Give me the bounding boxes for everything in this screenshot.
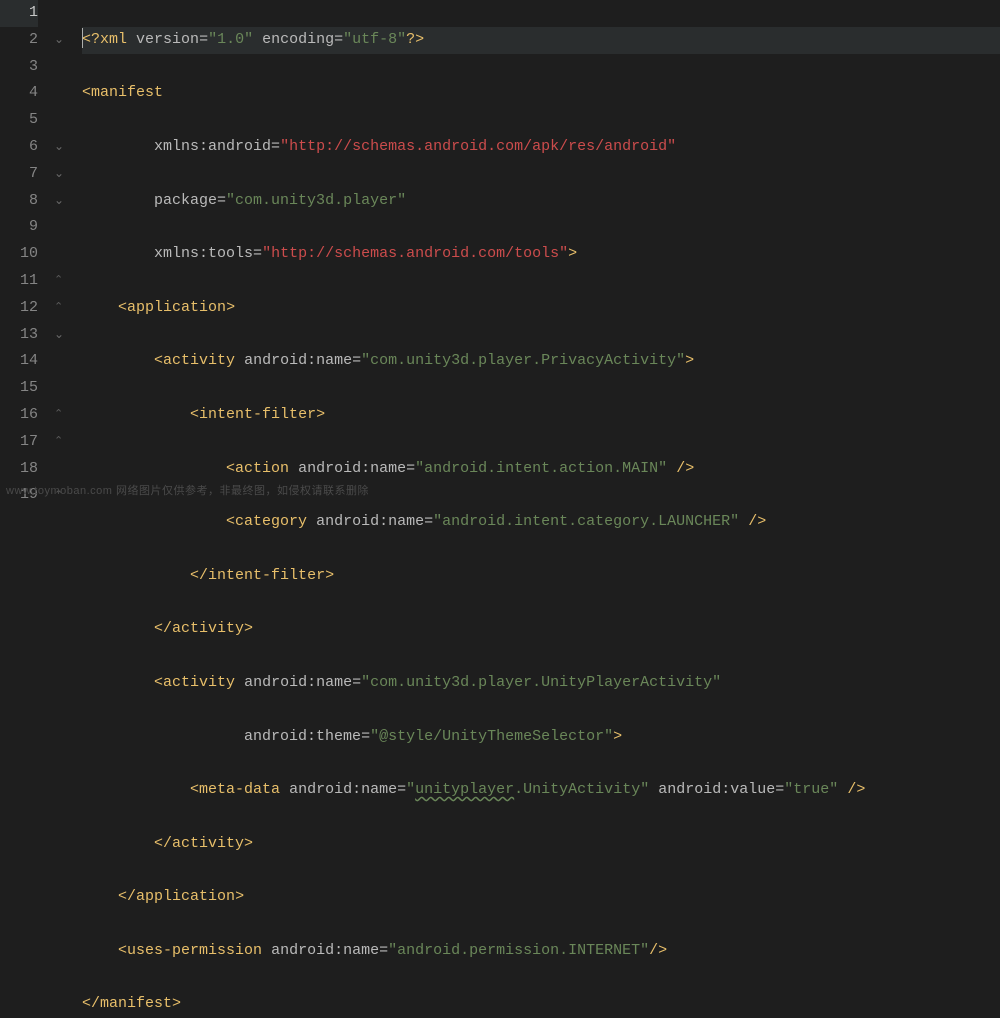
code-line[interactable]: xmlns:android="http://schemas.android.co… <box>82 134 1000 161</box>
tag-activity: activity <box>163 674 235 691</box>
code-line[interactable]: android:theme="@style/UnityThemeSelector… <box>82 724 1000 751</box>
tag-manifest-close: manifest <box>100 995 172 1012</box>
attr-name: android:theme <box>244 728 361 745</box>
line-number: 17 <box>0 429 38 456</box>
tag-activity-close: activity <box>172 620 244 637</box>
line-number: 6 <box>0 134 38 161</box>
fold-chevron-icon[interactable] <box>54 27 64 54</box>
xml-keyword: xml <box>100 31 127 48</box>
code-line[interactable]: </manifest> <box>82 991 1000 1018</box>
tag-intent-filter-close: intent-filter <box>208 567 325 584</box>
attr-value: "@style/UnityThemeSelector" <box>370 728 613 745</box>
code-line[interactable]: <meta-data android:name="unityplayer.Uni… <box>82 777 1000 804</box>
line-number: 1 <box>0 0 38 27</box>
code-line[interactable]: <manifest <box>82 80 1000 107</box>
code-line[interactable]: </intent-filter> <box>82 563 1000 590</box>
line-number: 5 <box>0 107 38 134</box>
code-editor[interactable]: 1 2 3 4 5 6 7 8 9 10 11 12 13 14 15 16 1… <box>0 0 1000 509</box>
code-line[interactable]: <?xml version="1.0" encoding="utf-8"?> <box>82 27 1000 54</box>
tag-intent-filter: intent-filter <box>199 406 316 423</box>
line-number: 13 <box>0 322 38 349</box>
fold-chevron-icon[interactable] <box>54 161 64 188</box>
attr-name: android:name <box>289 781 397 798</box>
attr-name: package <box>154 192 217 209</box>
line-number: 7 <box>0 161 38 188</box>
line-number: 4 <box>0 80 38 107</box>
attr-value: "com.unity3d.player.PrivacyActivity" <box>361 352 685 369</box>
attr-value-url: "http://schemas.android.com/apk/res/andr… <box>280 138 676 155</box>
attr-value: "com.unity3d.player.UnityPlayerActivity" <box>361 674 721 691</box>
line-number: 16 <box>0 402 38 429</box>
attr-value: "com.unity3d.player" <box>226 192 406 209</box>
attr-value: "utf-8" <box>343 31 406 48</box>
attr-name: android:name <box>244 352 352 369</box>
code-line[interactable]: package="com.unity3d.player" <box>82 188 1000 215</box>
line-number: 9 <box>0 214 38 241</box>
attr-name: version <box>136 31 199 48</box>
tag-manifest: manifest <box>91 84 163 101</box>
attr-name: android:name <box>298 460 406 477</box>
line-number: 12 <box>0 295 38 322</box>
line-number: 15 <box>0 375 38 402</box>
watermark-text: www.toymoban.com 网络图片仅供参考，非最终图，如侵权请联系删除 <box>6 478 369 505</box>
tag-uses-permission: uses-permission <box>127 942 262 959</box>
line-number-gutter: 1 2 3 4 5 6 7 8 9 10 11 12 13 14 15 16 1… <box>0 0 50 509</box>
text-caret <box>82 28 83 48</box>
xml-pi-close: ?> <box>406 31 424 48</box>
line-number: 3 <box>0 54 38 81</box>
tag-action: action <box>235 460 289 477</box>
tag-activity-close: activity <box>172 835 244 852</box>
code-line[interactable]: </application> <box>82 884 1000 911</box>
line-number: 11 <box>0 268 38 295</box>
tag-category: category <box>235 513 307 530</box>
code-line[interactable]: xmlns:tools="http://schemas.android.com/… <box>82 241 1000 268</box>
attr-value: "true" <box>784 781 838 798</box>
xml-pi-open: <? <box>82 31 100 48</box>
fold-gutter <box>50 0 80 509</box>
code-line[interactable]: </activity> <box>82 831 1000 858</box>
code-line[interactable]: </activity> <box>82 616 1000 643</box>
attr-value-url: "http://schemas.android.com/tools" <box>262 245 568 262</box>
line-number: 14 <box>0 348 38 375</box>
attr-name: android:name <box>244 674 352 691</box>
attr-name: xmlns:tools <box>154 245 253 262</box>
attr-name: encoding <box>262 31 334 48</box>
fold-close-icon[interactable] <box>54 267 63 295</box>
attr-name: android:name <box>271 942 379 959</box>
attr-value: "1.0" <box>208 31 253 48</box>
fold-close-icon[interactable] <box>54 294 63 322</box>
line-number: 2 <box>0 27 38 54</box>
fold-chevron-icon[interactable] <box>54 188 64 215</box>
code-line[interactable]: <category android:name="android.intent.c… <box>82 509 1000 536</box>
code-line[interactable]: <activity android:name="com.unity3d.play… <box>82 670 1000 697</box>
attr-value: "android.permission.INTERNET" <box>388 942 649 959</box>
fold-close-icon[interactable] <box>54 428 63 456</box>
tag-meta-data: meta-data <box>199 781 280 798</box>
code-line[interactable]: <uses-permission android:name="android.p… <box>82 938 1000 965</box>
attr-name: android:value <box>658 781 775 798</box>
fold-chevron-icon[interactable] <box>54 134 64 161</box>
fold-close-icon[interactable] <box>54 401 63 429</box>
line-number: 8 <box>0 188 38 215</box>
code-line[interactable]: <activity android:name="com.unity3d.play… <box>82 348 1000 375</box>
fold-chevron-icon[interactable] <box>54 322 64 349</box>
tag-activity: activity <box>163 352 235 369</box>
code-line[interactable]: <application> <box>82 295 1000 322</box>
attr-name: android:name <box>316 513 424 530</box>
code-line[interactable]: <intent-filter> <box>82 402 1000 429</box>
tag-application: application <box>127 299 226 316</box>
code-area[interactable]: <?xml version="1.0" encoding="utf-8"?> <… <box>80 0 1000 509</box>
tag-application-close: application <box>136 888 235 905</box>
attr-name: xmlns:android <box>154 138 271 155</box>
attr-value: "android.intent.category.LAUNCHER" <box>433 513 739 530</box>
attr-value-warning: unityplayer <box>415 781 514 798</box>
line-number: 10 <box>0 241 38 268</box>
attr-value: "android.intent.action.MAIN" <box>415 460 667 477</box>
